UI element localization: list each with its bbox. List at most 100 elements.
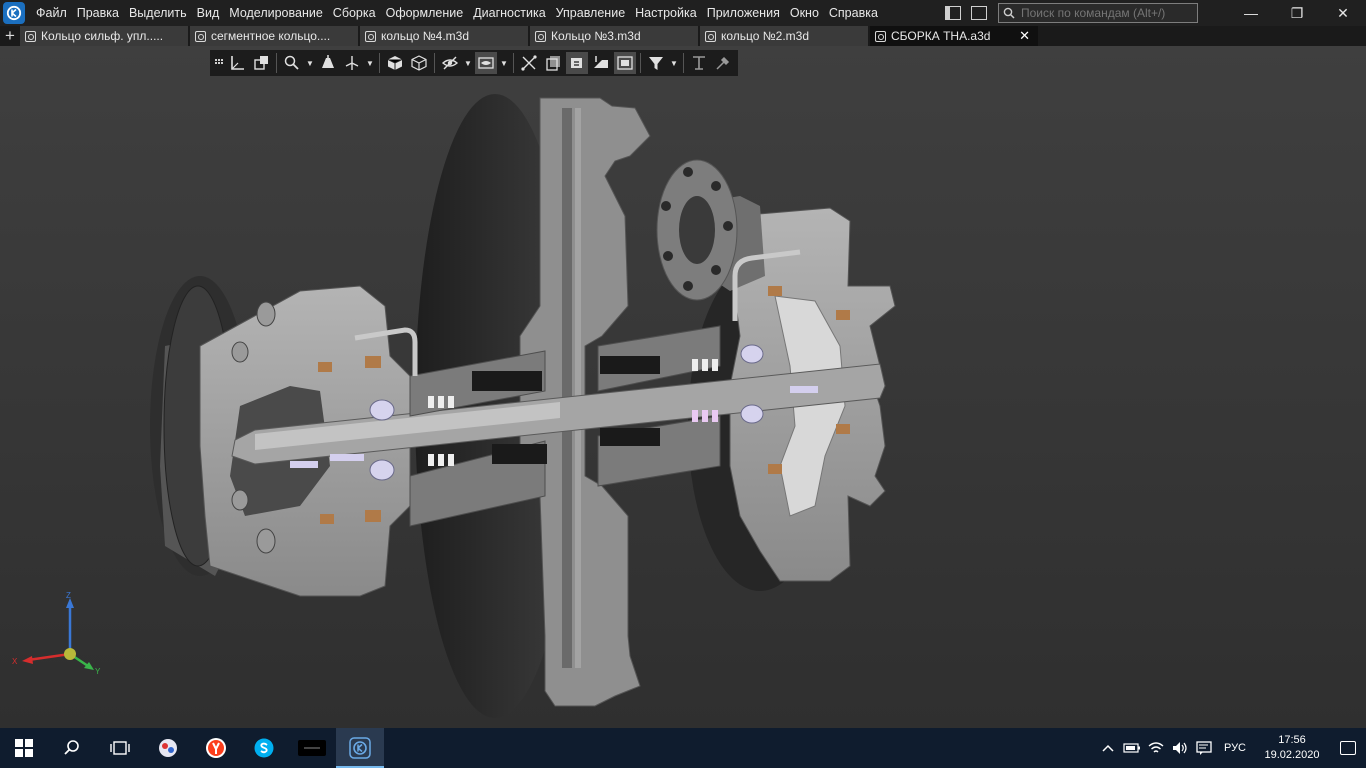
perspective-icon[interactable] [518, 52, 540, 74]
wifi-icon[interactable] [1144, 728, 1168, 768]
yandex-browser-icon[interactable] [192, 728, 240, 768]
section-view-icon[interactable] [542, 52, 564, 74]
tab-document[interactable]: сегментное кольцо.... [190, 26, 358, 46]
search-icon[interactable] [48, 728, 96, 768]
menu-format[interactable]: Оформление [381, 0, 469, 26]
tab-label: сегментное кольцо.... [211, 29, 331, 43]
tab-document[interactable]: кольцо №2.m3d [700, 26, 868, 46]
snap-icon[interactable] [688, 52, 710, 74]
filter-dropdown-icon[interactable]: ▼ [668, 52, 680, 74]
tab-document[interactable]: Кольцо сильф. упл..... [20, 26, 188, 46]
battery-icon[interactable] [1120, 728, 1144, 768]
eyedropper-icon[interactable] [712, 52, 734, 74]
windows-start-icon[interactable] [0, 728, 48, 768]
menu-view[interactable]: Вид [192, 0, 225, 26]
menu-manage[interactable]: Управление [551, 0, 631, 26]
document-tabs: + Кольцо сильф. упл..... сегментное коль… [0, 26, 1366, 46]
shaded-cube-icon[interactable] [384, 52, 406, 74]
skype-icon[interactable] [240, 728, 288, 768]
tab-document-active[interactable]: СБОРКА ТНА.a3d ✕ [870, 26, 1038, 46]
toolbar-separator [683, 53, 684, 73]
axis-triad: Z X Y [12, 592, 101, 676]
keyboard-language[interactable]: РУС [1216, 742, 1254, 754]
chevron-up-icon[interactable] [1096, 728, 1120, 768]
axis-y-label: Y [95, 667, 101, 676]
restore-button[interactable]: ❐ [1274, 0, 1320, 26]
tab-document[interactable]: Кольцо №3.m3d [530, 26, 698, 46]
part-file-icon [705, 30, 716, 42]
toolbar-separator [513, 53, 514, 73]
zoom-icon[interactable] [281, 52, 303, 74]
menu-assembly[interactable]: Сборка [328, 0, 381, 26]
display-mode-icon[interactable] [475, 52, 497, 74]
menu-window[interactable]: Окно [785, 0, 824, 26]
tab-label: СБОРКА ТНА.a3d [891, 29, 991, 43]
properties-icon[interactable] [590, 52, 612, 74]
filter-icon[interactable] [645, 52, 667, 74]
app-icon[interactable] [144, 728, 192, 768]
menu-apps[interactable]: Приложения [702, 0, 785, 26]
menu-select[interactable]: Выделить [124, 0, 192, 26]
filter-state-icon[interactable] [614, 52, 636, 74]
menu-bar: Файл Правка Выделить Вид Моделирование С… [0, 0, 1366, 26]
menu-help[interactable]: Справка [824, 0, 883, 26]
tab-label: кольцо №2.m3d [721, 29, 810, 43]
toolbar-separator [640, 53, 641, 73]
minimize-button[interactable]: — [1228, 0, 1274, 26]
volume-icon[interactable] [1168, 728, 1192, 768]
panel-toggle-icon[interactable] [945, 6, 961, 20]
layers-icon[interactable] [566, 52, 588, 74]
action-center-icon[interactable] [1340, 741, 1356, 755]
new-tab-button[interactable]: + [0, 26, 20, 46]
axis-x-label: X [12, 657, 18, 666]
notification-message-icon[interactable] [1192, 728, 1216, 768]
search-icon [1003, 7, 1015, 19]
section-axis-icon[interactable] [341, 52, 363, 74]
wireframe-cube-icon[interactable] [408, 52, 430, 74]
media-app-icon[interactable] [288, 728, 336, 768]
menu-diagnostics[interactable]: Диагностика [468, 0, 550, 26]
tab-label: кольцо №4.m3d [381, 29, 470, 43]
panel-layout-icon[interactable] [971, 6, 987, 20]
clock-date: 19.02.2020 [1264, 749, 1320, 761]
tab-document[interactable]: кольцо №4.m3d [360, 26, 528, 46]
section-dropdown-icon[interactable]: ▼ [364, 52, 376, 74]
view-orient-icon[interactable] [250, 52, 272, 74]
grip-icon[interactable] [214, 52, 224, 74]
menu-edit[interactable]: Правка [72, 0, 124, 26]
tab-label: Кольцо сильф. упл..... [41, 29, 164, 43]
toolbar-separator [434, 53, 435, 73]
menu-settings[interactable]: Настройка [630, 0, 702, 26]
task-view-icon[interactable] [96, 728, 144, 768]
pan-icon[interactable] [317, 52, 339, 74]
3d-viewport[interactable]: ▼ ▼ ▼ ▼ ▼ Z X Y [0, 46, 1366, 728]
kompas-logo-icon[interactable] [336, 728, 384, 768]
view-toolbar: ▼ ▼ ▼ ▼ ▼ [210, 50, 738, 76]
menubar-right: — ❐ ✕ [940, 0, 1366, 26]
tab-label: Кольцо №3.m3d [551, 29, 641, 43]
command-search[interactable] [998, 3, 1198, 23]
toolbar-separator [379, 53, 380, 73]
tab-close-button[interactable]: ✕ [1019, 28, 1030, 44]
clock[interactable]: 17:56 19.02.2020 [1254, 733, 1330, 763]
toolbar-separator [276, 53, 277, 73]
hide-eye-icon[interactable] [439, 52, 461, 74]
windows-taskbar: РУС 17:56 19.02.2020 [0, 728, 1366, 768]
axis-frame-icon[interactable] [226, 52, 248, 74]
zoom-dropdown-icon[interactable]: ▼ [304, 52, 316, 74]
system-tray: РУС 17:56 19.02.2020 [1096, 728, 1366, 768]
hide-dropdown-icon[interactable]: ▼ [462, 52, 474, 74]
menu-file[interactable]: Файл [31, 0, 72, 26]
part-file-icon [25, 30, 36, 42]
command-search-input[interactable] [1019, 5, 1193, 21]
main-menu: Файл Правка Выделить Вид Моделирование С… [31, 0, 883, 26]
kompas-logo-icon[interactable] [3, 2, 25, 24]
part-file-icon [365, 30, 376, 42]
assembly-model[interactable] [0, 46, 1366, 728]
axis-z-label: Z [66, 592, 71, 600]
close-button[interactable]: ✕ [1320, 0, 1366, 26]
clock-time: 17:56 [1278, 734, 1306, 746]
display-dropdown-icon[interactable]: ▼ [498, 52, 510, 74]
menu-modeling[interactable]: Моделирование [224, 0, 328, 26]
assembly-file-icon [875, 30, 886, 42]
